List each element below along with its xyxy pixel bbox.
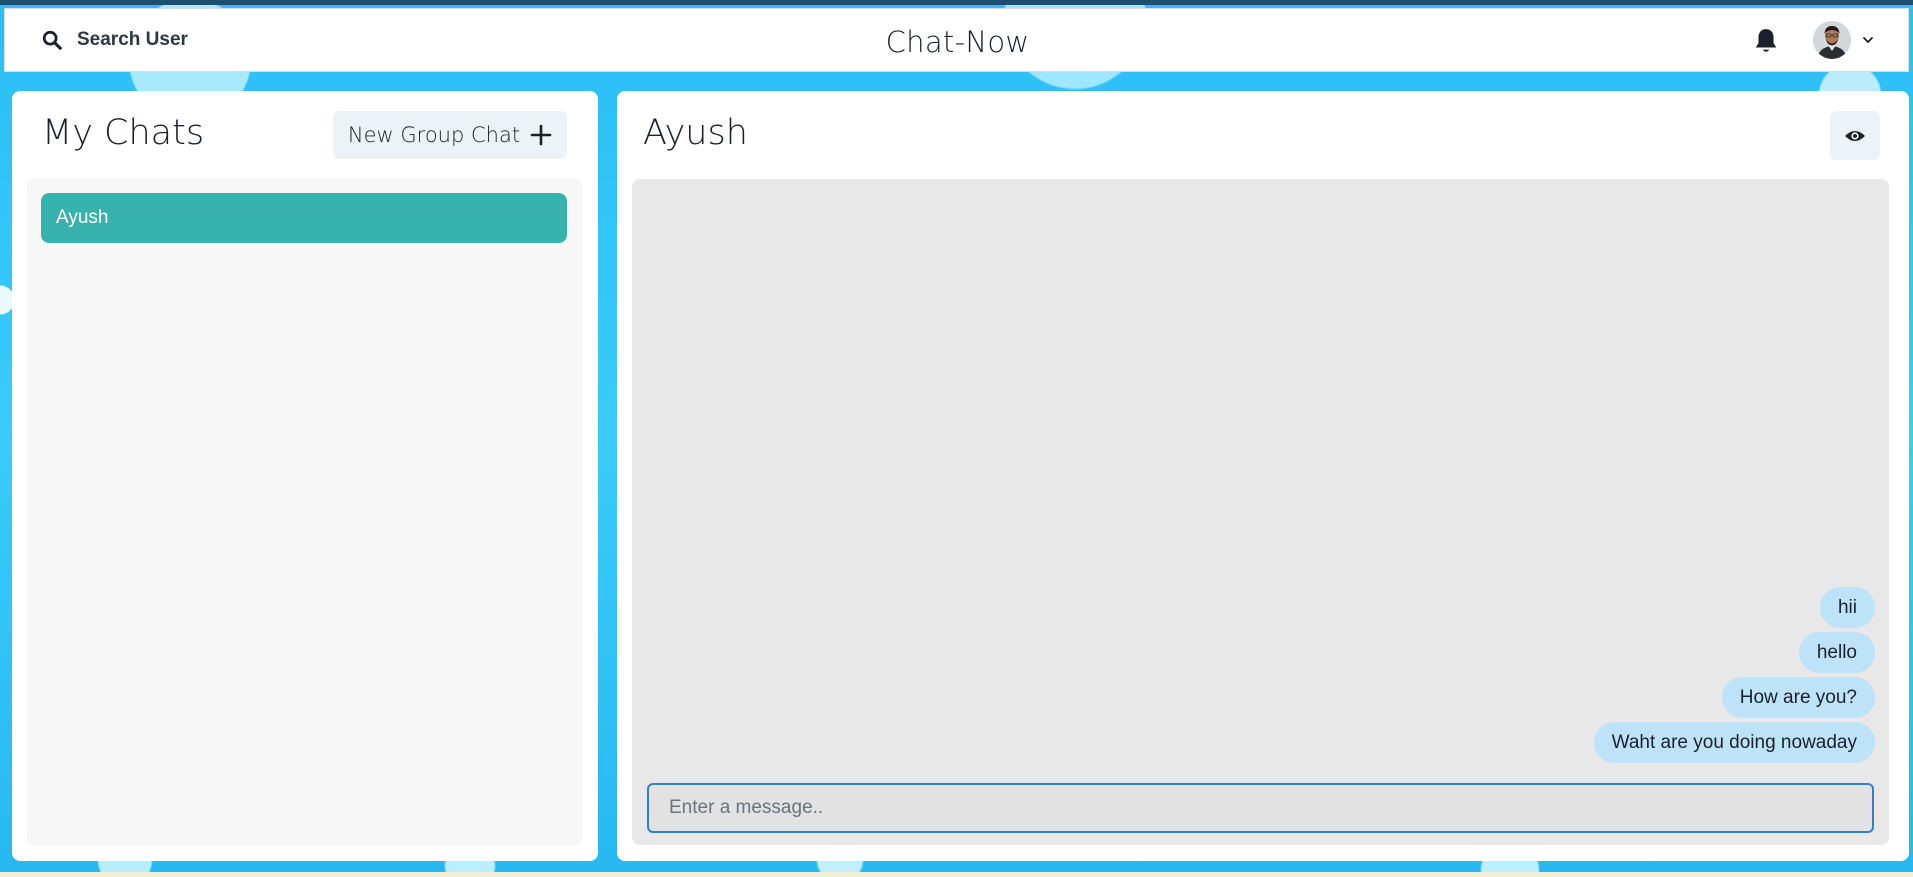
- eye-icon: [1845, 130, 1865, 141]
- view-profile-button[interactable]: [1830, 111, 1880, 160]
- message-bubble: hello: [1798, 632, 1875, 673]
- my-chats-panel: My Chats New Group Chat Ayush: [12, 91, 598, 861]
- message-bubble: Waht are you doing nowaday: [1593, 722, 1875, 763]
- window-top-strip: [0, 0, 1913, 5]
- new-group-chat-button[interactable]: New Group Chat: [333, 111, 567, 159]
- avatar: [1813, 21, 1851, 59]
- message-input[interactable]: [647, 783, 1874, 833]
- chevron-down-icon: [1863, 37, 1873, 43]
- chat-list-item[interactable]: Ayush: [41, 193, 567, 243]
- bell-icon[interactable]: [1753, 27, 1779, 55]
- message-bubble: How are you?: [1721, 677, 1875, 718]
- messages-area: hii hello How are you? Waht are you doin…: [632, 179, 1889, 845]
- avatar-image: [1813, 21, 1851, 59]
- profile-menu-button[interactable]: [1813, 21, 1875, 59]
- chat-title: Ayush: [643, 113, 748, 153]
- window-bottom-strip: [0, 872, 1913, 877]
- top-bar: Search User Chat-Now: [4, 8, 1909, 72]
- chat-list: Ayush: [27, 179, 583, 845]
- new-group-chat-label: New Group Chat: [347, 123, 521, 147]
- chat-item-name: Ayush: [56, 207, 109, 228]
- my-chats-title: My Chats: [42, 113, 205, 153]
- message-bubble: hii: [1819, 587, 1875, 628]
- message-list: hii hello How are you? Waht are you doin…: [1175, 587, 1875, 763]
- chat-panel: Ayush hii hello How are you? Waht are yo…: [617, 91, 1909, 861]
- plus-icon: [530, 124, 552, 146]
- app-title: Chat-Now: [885, 25, 1030, 59]
